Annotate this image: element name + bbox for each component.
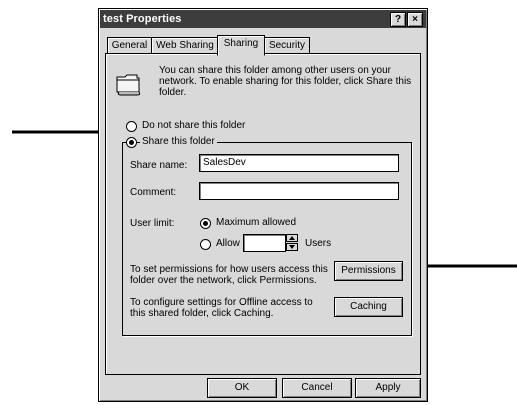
- cancel-button[interactable]: Cancel: [282, 378, 352, 398]
- allow-label[interactable]: Allow: [216, 238, 240, 249]
- caching-description: To configure settings for Offline access…: [130, 297, 313, 319]
- user-limit-label: User limit:: [130, 218, 175, 229]
- tab-sharing[interactable]: Sharing: [217, 35, 265, 56]
- sharing-description: You can share this folder among other us…: [159, 65, 412, 98]
- maximum-allowed-label[interactable]: Maximum allowed: [216, 217, 296, 228]
- sharing-panel: You can share this folder among other us…: [105, 53, 421, 375]
- comment-label: Comment:: [130, 187, 177, 198]
- window-title: test Properties: [103, 13, 182, 25]
- tab-security[interactable]: Security: [264, 37, 310, 54]
- properties-dialog: test Properties ? × General Web Sharing …: [98, 8, 428, 402]
- do-not-share-label[interactable]: Do not share this folder: [142, 120, 245, 131]
- allow-radio[interactable]: [200, 239, 211, 250]
- shared-folder-icon: [116, 74, 141, 96]
- maximum-allowed-radio[interactable]: [200, 218, 211, 229]
- spin-down-button[interactable]: [286, 243, 298, 251]
- close-button[interactable]: ×: [407, 12, 423, 27]
- allow-users-input[interactable]: [243, 234, 286, 252]
- share-this-folder-radio[interactable]: [126, 137, 137, 148]
- do-not-share-radio[interactable]: [126, 121, 137, 132]
- permissions-description: To set permissions for how users access …: [130, 264, 328, 286]
- comment-input[interactable]: [199, 182, 399, 200]
- chevron-down-icon: [289, 245, 295, 249]
- permissions-button[interactable]: Permissions: [334, 261, 403, 281]
- caching-button[interactable]: Caching: [334, 297, 403, 317]
- title-bar: test Properties ? ×: [100, 10, 426, 28]
- tab-general[interactable]: General: [107, 37, 152, 54]
- apply-button[interactable]: Apply: [355, 378, 421, 398]
- spin-up-button[interactable]: [286, 234, 298, 242]
- ok-button[interactable]: OK: [207, 378, 277, 398]
- help-button[interactable]: ?: [390, 12, 406, 27]
- share-this-folder-label[interactable]: Share this folder: [140, 136, 217, 147]
- share-name-label: Share name:: [130, 160, 188, 171]
- chevron-up-icon: [289, 236, 295, 240]
- tab-web-sharing[interactable]: Web Sharing: [151, 37, 219, 54]
- users-label: Users: [305, 238, 332, 249]
- share-name-input[interactable]: SalesDev: [199, 154, 399, 172]
